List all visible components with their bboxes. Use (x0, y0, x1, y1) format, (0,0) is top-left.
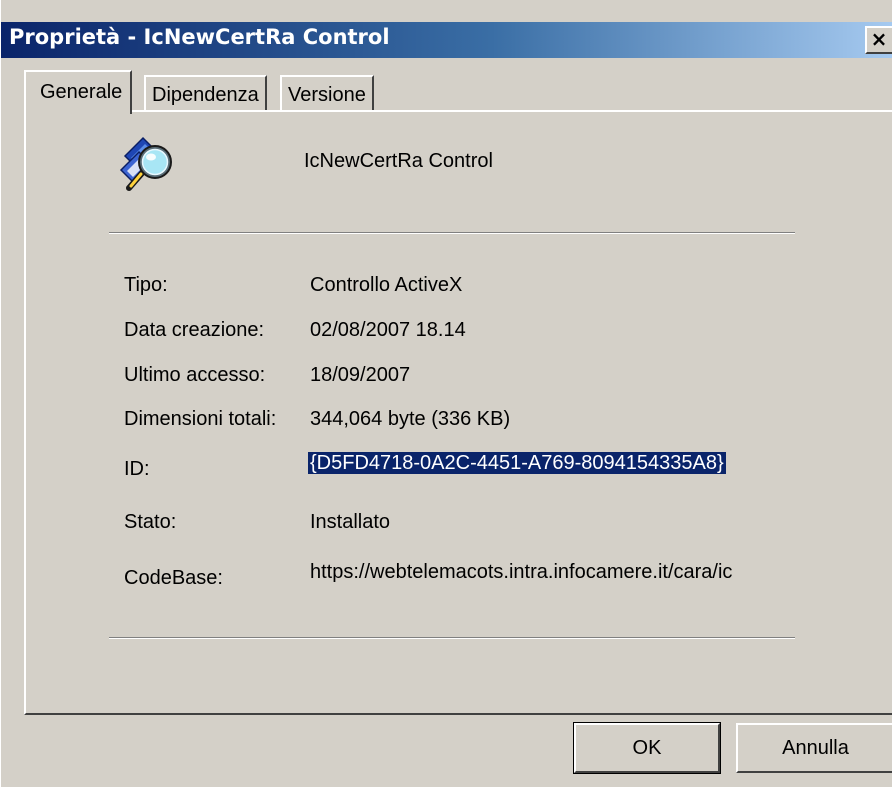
cancel-button[interactable]: Annulla (736, 723, 892, 773)
value-stato: Installato (310, 511, 391, 533)
ok-button[interactable]: OK (573, 722, 721, 774)
close-icon: × (870, 27, 888, 51)
close-button[interactable]: × (865, 26, 892, 54)
label-dimensioni-totali: Dimensioni totali: (124, 408, 277, 430)
value-tipo: Controllo ActiveX (310, 274, 463, 296)
control-name: IcNewCertRa Control (304, 150, 493, 172)
window-title: Proprietà - IcNewCertRa Control (9, 25, 390, 49)
tab-generale-label: Generale (40, 81, 123, 103)
separator (109, 637, 795, 639)
label-codebase: CodeBase: (124, 567, 223, 589)
tab-dipendenza[interactable]: Dipendenza (144, 75, 267, 111)
value-data-creazione: 02/08/2007 18.14 (310, 319, 466, 341)
value-ultimo-accesso: 18/09/2007 (310, 364, 411, 386)
label-data-creazione: Data creazione: (124, 319, 265, 341)
label-ultimo-accesso: Ultimo accesso: (124, 364, 266, 386)
value-dimensioni-totali: 344,064 byte (336 KB) (310, 408, 511, 430)
tab-dipendenza-label: Dipendenza (152, 84, 259, 106)
value-id[interactable]: {D5FD4718-0A2C-4451-A769-8094154335A8} (308, 452, 726, 475)
tab-generale[interactable]: Generale (24, 70, 133, 114)
id-selected-text[interactable]: {D5FD4718-0A2C-4451-A769-8094154335A8} (308, 452, 726, 474)
label-tipo: Tipo: (124, 274, 168, 296)
title-bar[interactable]: Proprietà - IcNewCertRa Control × (1, 22, 892, 58)
label-stato: Stato: (124, 511, 177, 533)
separator (109, 232, 795, 234)
label-id: ID: (124, 458, 150, 480)
tab-versione[interactable]: Versione (280, 75, 374, 111)
activex-control-magnifier-icon (119, 136, 172, 191)
value-codebase[interactable]: https://webtelemacots.intra.infocamere.i… (310, 561, 732, 584)
tab-versione-label: Versione (288, 84, 366, 106)
properties-dialog: Proprietà - IcNewCertRa Control × Genera… (0, 0, 892, 787)
